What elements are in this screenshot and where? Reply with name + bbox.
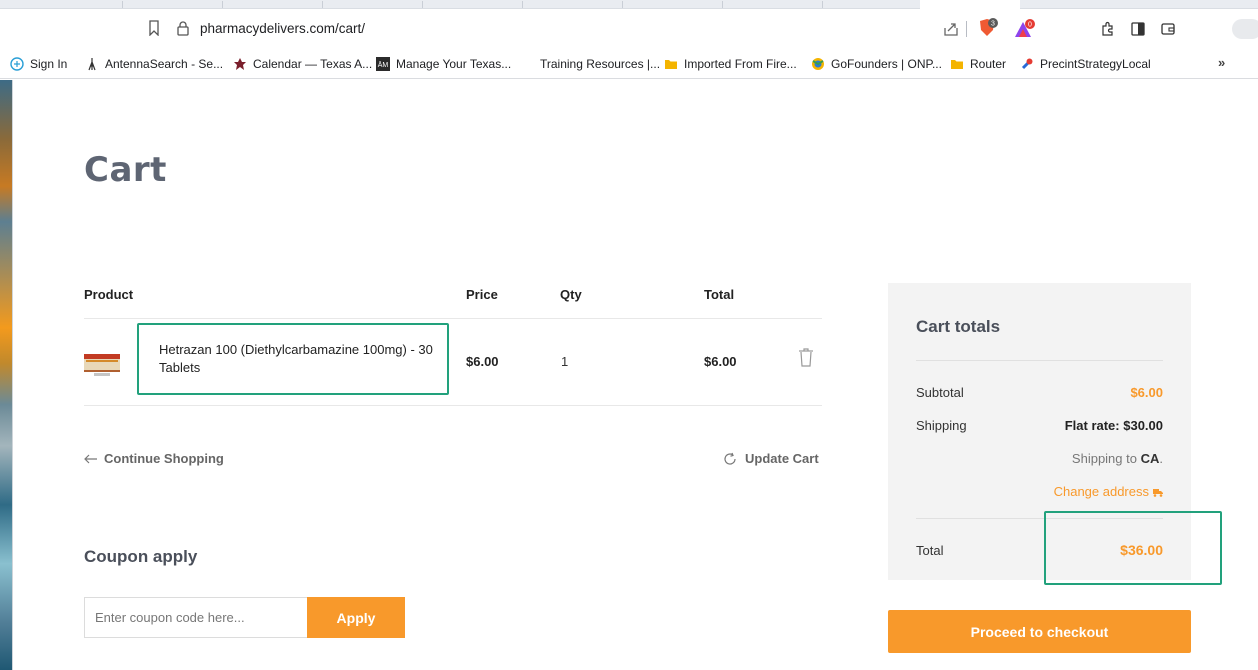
column-header-price: Price [466, 287, 498, 302]
bookmark-item[interactable]: Router [950, 56, 1006, 72]
cart-totals-panel: Cart totals Subtotal $6.00 Shipping Flat… [888, 283, 1222, 585]
cart-totals-title: Cart totals [916, 317, 1001, 336]
update-cart-button[interactable]: Update Cart [723, 451, 819, 466]
change-address-link[interactable]: Change address [1054, 484, 1163, 499]
tamu-icon: ĀM [376, 57, 390, 71]
tab-separator [522, 1, 523, 8]
page-title: Cart [84, 150, 167, 190]
tab-separator [222, 1, 223, 8]
sign-in-icon [10, 57, 24, 71]
totals-divider [916, 360, 1163, 361]
bookmark-item[interactable]: GoFounders | ONP... [811, 56, 942, 72]
active-tab[interactable] [920, 0, 1020, 9]
proceed-to-checkout-button[interactable]: Proceed to checkout [888, 610, 1191, 653]
tab-separator [822, 1, 823, 8]
truck-icon [1153, 488, 1163, 497]
subtotal-value: $6.00 [1130, 385, 1163, 400]
subtotal-label: Subtotal [916, 385, 964, 400]
product-price: $6.00 [466, 354, 499, 369]
left-divider [12, 80, 13, 670]
bookmark-item[interactable]: ĀM Manage Your Texas... [376, 56, 511, 72]
continue-shopping-label: Continue Shopping [104, 451, 224, 466]
shipping-destination: Shipping to CA. [1072, 451, 1163, 466]
bookmark-item[interactable]: Calendar — Texas A... [233, 56, 372, 72]
toolbar-divider [966, 21, 967, 37]
more-bookmarks-button[interactable]: » [1218, 55, 1225, 70]
coupon-input[interactable] [84, 597, 308, 638]
column-header-qty: Qty [560, 287, 582, 302]
product-quantity[interactable]: 1 [561, 354, 568, 369]
sidebar-icon[interactable] [1130, 21, 1146, 37]
bookmark-label: Manage Your Texas... [396, 57, 512, 71]
column-header-total: Total [704, 287, 735, 302]
svg-text:ĀM: ĀM [378, 61, 389, 69]
product-total: $6.00 [704, 354, 737, 369]
bookmark-label: Training Resources |... [540, 57, 661, 71]
bookmark-label: PrecintStrategyLocal [1040, 57, 1151, 71]
bookmark-label: AntennaSearch - Se... [105, 57, 224, 71]
trash-icon[interactable] [798, 348, 814, 368]
shipping-to-prefix: Shipping to [1071, 451, 1141, 466]
folder-icon [951, 60, 963, 69]
total-highlight-box [1044, 511, 1222, 585]
refresh-icon [724, 452, 736, 465]
product-highlight-box: Hetrazan 100 (Diethylcarbamazine 100mg) … [137, 323, 449, 395]
shipping-method[interactable]: Flat rate: $30.00 [1065, 418, 1163, 433]
update-cart-label: Update Cart [745, 451, 819, 466]
bookmark-icon[interactable] [148, 20, 160, 36]
calendar-icon [234, 58, 246, 70]
rewards-count: 0 [1028, 22, 1032, 29]
arrow-left-icon [84, 454, 97, 463]
lock-icon[interactable] [176, 20, 190, 36]
bookmark-label: GoFounders | ONP... [831, 57, 942, 71]
bookmark-label: Router [970, 57, 1007, 71]
bookmark-label: Imported From Fire... [684, 57, 797, 71]
shipping-region: CA [1140, 451, 1160, 466]
shipping-label: Shipping [916, 418, 967, 433]
left-decorative-strip [0, 80, 12, 670]
bookmark-item[interactable]: PrecintStrategyLocal [1020, 56, 1151, 72]
product-name-link[interactable]: Hetrazan 100 (Diethylcarbamazine 100mg) … [159, 341, 444, 377]
bookmark-item[interactable]: Training Resources |... [540, 56, 660, 72]
share-icon[interactable] [942, 20, 960, 38]
bookmarks-bar: Sign In AntennaSearch - Se... Calendar —… [0, 49, 1258, 79]
gofounders-icon [812, 58, 824, 70]
address-bar: pharmacydelivers.com/cart/ 3 0 [0, 9, 1258, 49]
bookmark-label: Calendar — Texas A... [253, 57, 373, 71]
brave-shield-count: 3 [991, 21, 995, 28]
tab-separator [422, 1, 423, 8]
tab-separator [722, 1, 723, 8]
bookmark-item[interactable]: Imported From Fire... [664, 56, 797, 72]
url-field[interactable]: pharmacydelivers.com/cart/ [200, 21, 365, 36]
apply-coupon-button[interactable]: Apply [307, 597, 405, 638]
tab-separator [122, 1, 123, 8]
coupon-title: Coupon apply [84, 547, 198, 566]
product-image[interactable] [84, 350, 124, 378]
pin-icon [1021, 58, 1033, 70]
brave-shield-icon[interactable]: 3 [976, 17, 998, 39]
table-divider [84, 318, 822, 319]
antenna-icon [88, 58, 96, 71]
profile-icon[interactable] [1232, 19, 1258, 39]
tab-strip [0, 0, 1258, 9]
bookmark-label: Sign In [30, 57, 68, 71]
extensions-icon[interactable] [1100, 21, 1116, 37]
continue-shopping-link[interactable]: Continue Shopping [84, 451, 224, 466]
column-header-product: Product [84, 287, 134, 302]
rewards-icon[interactable]: 0 [1012, 18, 1036, 40]
tab-separator [322, 1, 323, 8]
table-divider [84, 405, 822, 406]
bookmark-item[interactable]: Sign In [10, 56, 67, 72]
folder-icon [665, 60, 677, 69]
total-label: Total [916, 543, 944, 558]
bookmark-item[interactable]: AntennaSearch - Se... [85, 56, 223, 72]
shipping-to-suffix: . [1159, 451, 1163, 466]
wallet-icon[interactable] [1160, 21, 1176, 37]
change-address-label: Change address [1053, 484, 1149, 499]
tab-separator [622, 1, 623, 8]
